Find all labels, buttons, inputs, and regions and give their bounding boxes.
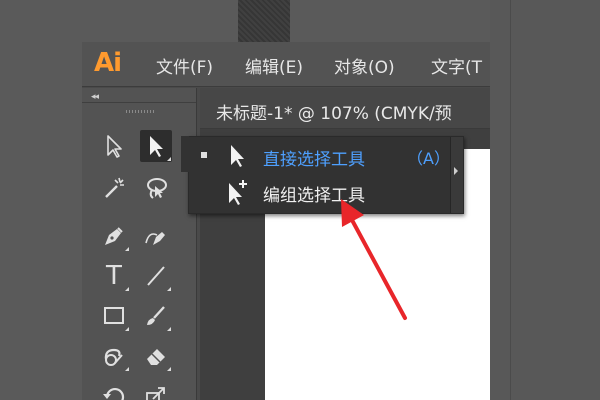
document-tab[interactable]: 未标题-1* @ 107% (CMYK/预	[200, 88, 490, 129]
tool-group-indicator	[167, 327, 171, 331]
flyout-item-label: 直接选择工具	[263, 150, 365, 170]
curvature-tool[interactable]	[140, 220, 172, 252]
app-logo: Ai	[94, 48, 122, 78]
rectangle-icon	[104, 307, 124, 324]
lasso-icon	[147, 178, 167, 199]
selected-bullet-icon	[201, 152, 207, 158]
magic-wand-tool[interactable]	[98, 172, 130, 204]
pen-tool[interactable]	[98, 220, 130, 252]
rectangle-tool[interactable]	[98, 300, 130, 332]
tool-group-indicator	[167, 287, 171, 291]
tear-off-arrow-icon	[454, 167, 458, 175]
curvature-pen-icon	[145, 232, 165, 245]
eraser-icon	[147, 349, 165, 365]
flyout-item-label: 编组选择工具	[263, 186, 365, 206]
flyout-item-shortcut: （A）	[407, 149, 450, 168]
tool-group-indicator	[167, 367, 171, 371]
selection-tool[interactable]	[98, 130, 130, 162]
group-selection-arrow-icon	[229, 180, 247, 205]
tool-group-indicator	[125, 327, 129, 331]
eraser-tool[interactable]	[140, 340, 172, 372]
menu-object[interactable]: 对象(O)	[334, 53, 395, 78]
collapse-panel-button[interactable]: ◂◂	[91, 92, 99, 102]
line-icon	[147, 266, 165, 286]
tear-off-handle[interactable]	[450, 137, 463, 213]
tool-group-indicator	[125, 367, 129, 371]
background-right-panel	[490, 0, 600, 400]
tool-group-indicator	[125, 247, 129, 251]
background-pattern-strip	[238, 0, 290, 42]
shaper-icon	[104, 348, 123, 366]
type-icon: T	[106, 261, 122, 291]
pen-icon	[105, 227, 123, 245]
paintbrush-tool[interactable]	[140, 300, 172, 332]
line-segment-tool[interactable]	[140, 260, 172, 292]
type-tool[interactable]: T	[98, 260, 130, 292]
rotate-tool[interactable]	[98, 380, 130, 400]
flyout-item-direct-selection[interactable]: 直接选择工具 （A）	[189, 139, 451, 173]
menu-edit[interactable]: 编辑(E)	[245, 53, 303, 78]
panel-divider	[82, 102, 196, 103]
tools-panel: ◂◂ T	[82, 88, 197, 400]
document-title: 未标题-1* @ 107% (CMYK/预	[216, 104, 452, 124]
arrow-outline-icon	[107, 135, 122, 158]
illustrator-window: Ai 文件(F) 编辑(E) 对象(O) 文字(T ◂◂ T 未标题-1* @ …	[82, 42, 490, 400]
tool-group-indicator	[167, 157, 171, 161]
lasso-tool[interactable]	[140, 172, 172, 204]
arrow-solid-icon	[231, 145, 244, 167]
scale-tool[interactable]	[140, 380, 172, 400]
tool-group-indicator	[125, 287, 129, 291]
panel-grip[interactable]	[126, 110, 154, 113]
flyout-item-group-selection[interactable]: 编组选择工具	[189, 175, 451, 209]
menu-bar: Ai 文件(F) 编辑(E) 对象(O) 文字(T	[82, 42, 490, 87]
flyout-connector	[181, 136, 189, 172]
rotate-icon	[103, 388, 125, 400]
menu-file[interactable]: 文件(F)	[156, 53, 213, 78]
selection-tools-flyout: 直接选择工具 （A） 编组选择工具	[181, 136, 464, 214]
scale-icon	[146, 387, 165, 400]
direct-selection-tool[interactable]	[140, 130, 172, 162]
arrow-solid-icon	[150, 136, 163, 157]
shaper-tool[interactable]	[98, 340, 130, 372]
magic-wand-icon	[105, 177, 124, 198]
menu-type[interactable]: 文字(T	[431, 53, 482, 78]
paintbrush-icon	[147, 306, 165, 325]
